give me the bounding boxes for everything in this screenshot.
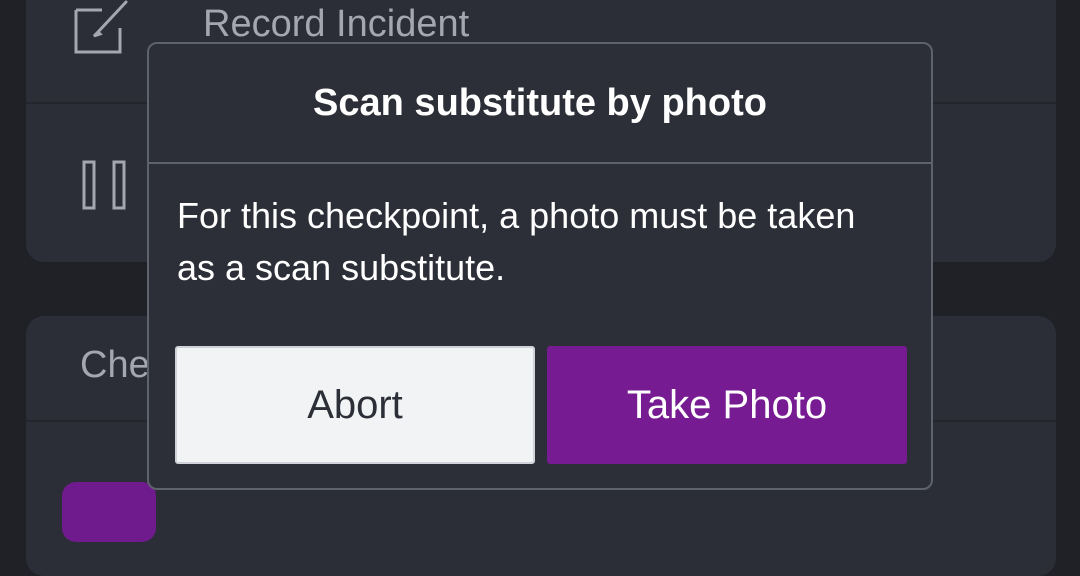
checkpoints-section-label: Che xyxy=(80,344,150,386)
dialog-divider xyxy=(149,162,931,164)
dialog-title: Scan substitute by photo xyxy=(313,81,767,124)
scan-substitute-dialog: Scan substitute by photo For this checkp… xyxy=(147,42,933,490)
abort-button[interactable]: Abort xyxy=(175,346,535,464)
edit-icon xyxy=(74,0,128,54)
take-photo-button[interactable]: Take Photo xyxy=(547,346,907,464)
dialog-message: For this checkpoint, a photo must be tak… xyxy=(177,195,856,288)
checkpoint-item-badge[interactable] xyxy=(62,482,156,542)
pause-icon xyxy=(82,160,126,210)
record-incident-label: Record Incident xyxy=(203,3,470,45)
